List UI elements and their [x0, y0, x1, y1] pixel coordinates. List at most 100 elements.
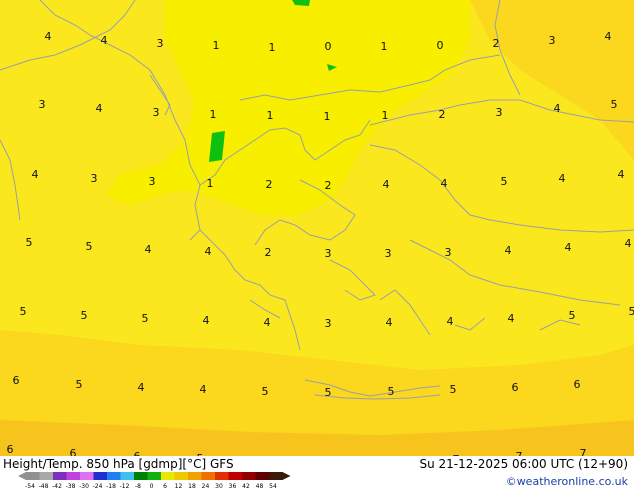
contour-value-label: 6 — [13, 374, 20, 387]
contour-value-label: 1 — [269, 41, 276, 54]
contour-value-label: 5 — [262, 385, 269, 398]
contour-value-label: 6 — [70, 447, 77, 456]
contour-value-label: 4 — [32, 168, 39, 181]
contour-value-label: 1 — [382, 109, 389, 122]
contour-value-label: 6 — [7, 443, 14, 456]
scale-swatch — [39, 472, 54, 480]
contour-value-label: 7 — [580, 447, 587, 456]
scale-swatch — [147, 472, 162, 480]
valid-time: Su 21-12-2025 06:00 UTC (12+90) — [419, 457, 628, 471]
contour-value-label: 2 — [266, 178, 273, 191]
contour-value-label: 4 — [383, 178, 390, 191]
contour-value-label: 4 — [559, 172, 566, 185]
scale-swatch — [215, 472, 229, 480]
scale-tick-label: -30 — [79, 483, 89, 490]
contour-value-label: 2 — [325, 179, 332, 192]
contour-value-label: 5 — [569, 309, 576, 322]
contour-value-label: 3 — [39, 98, 46, 111]
contour-value-label: 4 — [625, 237, 632, 250]
scale-tick-label: 0 — [150, 483, 154, 490]
contour-value-label: 1 — [207, 177, 214, 190]
contour-value-label: 4 — [145, 243, 152, 256]
scale-tick-label: 48 — [256, 483, 264, 490]
contour-value-label: 4 — [441, 177, 448, 190]
contour-value-label: 1 — [324, 110, 331, 123]
contour-value-label: 3 — [549, 34, 556, 47]
scale-tick-label: -48 — [39, 483, 49, 490]
contour-value-label: 4 — [508, 312, 515, 325]
weather-map: 4 4 3 1 1 0 1 0 2 3 4 3 4 3 1 1 1 1 2 3 4 5 4 3 3 1 2 2 4 4 5 4 4 5 5 4 4 2 3 3… — [0, 0, 634, 456]
contour-value-label: 4 — [447, 315, 454, 328]
scale-tick-label: -12 — [120, 483, 130, 490]
scale-tick-label: -42 — [52, 483, 62, 490]
contour-value-label: 4 — [554, 102, 561, 115]
contour-value-label: 3 — [91, 172, 98, 185]
contour-value-label: 2 — [265, 246, 272, 259]
contour-value-label: 4 — [618, 168, 625, 181]
contour-value-label: 2 — [493, 37, 500, 50]
scale-swatch — [242, 472, 256, 480]
contour-value-label: 4 — [45, 30, 52, 43]
scale-swatch — [269, 472, 283, 480]
contour-value-label: 5 — [388, 385, 395, 398]
temperature-field: 4 4 3 1 1 0 1 0 2 3 4 3 4 3 1 1 1 1 2 3 4 5 4 3 3 1 2 2 4 4 5 4 4 5 5 4 4 2 3 3… — [0, 0, 634, 456]
contour-value-label: 4 — [138, 381, 145, 394]
contour-value-label: 4 — [605, 30, 612, 43]
contour-value-label: 5 — [142, 312, 149, 325]
scale-swatch — [255, 472, 270, 480]
contour-value-label: 0 — [325, 40, 332, 53]
scale-swatch — [174, 472, 189, 480]
scale-swatch — [107, 472, 121, 480]
contour-value-label: 5 — [76, 378, 83, 391]
contour-value-label: 5 — [325, 386, 332, 399]
contour-value-label: 6 — [574, 378, 581, 391]
scale-tick-label: 6 — [163, 483, 167, 490]
scale-swatch — [53, 472, 67, 480]
contour-value-label: 3 — [325, 317, 332, 330]
scale-arrow-low — [18, 472, 26, 480]
contour-value-label: 0 — [437, 39, 444, 52]
scale-swatch — [80, 472, 94, 480]
contour-value-label: 5 — [81, 309, 88, 322]
credit-link[interactable]: ©weatheronline.co.uk — [506, 475, 628, 488]
color-scale: -54 -48 -42 -38 -30 -24 -18 -12 -8 0 6 12 18 24 30 36 42… — [18, 472, 291, 490]
scale-swatch — [228, 472, 243, 480]
scale-swatch — [161, 472, 175, 480]
contour-value-label: 5 — [86, 240, 93, 253]
contour-value-label: 4 — [203, 314, 210, 327]
contour-value-label: 4 — [200, 383, 207, 396]
scale-tick-label: 30 — [215, 483, 223, 490]
scale-tick-label: 12 — [175, 483, 183, 490]
contour-value-label: 3 — [325, 247, 332, 260]
contour-value-label: 4 — [96, 102, 103, 115]
scale-tick-label: 54 — [269, 483, 277, 490]
contour-value-label: 3 — [445, 246, 452, 259]
contour-value-label: 3 — [157, 37, 164, 50]
scale-swatch — [26, 472, 40, 480]
contour-value-label: 3 — [496, 106, 503, 119]
scale-swatch — [188, 472, 202, 480]
scale-arrow-high — [282, 472, 291, 480]
contour-value-label: 4 — [264, 316, 271, 329]
scale-swatch — [120, 472, 135, 480]
contour-value-label: 1 — [267, 109, 274, 122]
map-title: Height/Temp. 850 hPa [gdmp][°C] GFS — [3, 457, 234, 471]
contour-value-label: 5 — [26, 236, 33, 249]
contour-value-label: 1 — [213, 39, 220, 52]
scale-tick-label: 18 — [188, 483, 196, 490]
scale-tick-label: -24 — [93, 483, 103, 490]
contour-value-label: 5 — [450, 383, 457, 396]
contour-value-label: 6 — [512, 381, 519, 394]
contour-value-label: 1 — [381, 40, 388, 53]
contour-value-label: 4 — [205, 245, 212, 258]
footer-bar: Height/Temp. 850 hPa [gdmp][°C] GFS Su 2… — [0, 456, 634, 490]
contour-value-label: 4 — [101, 34, 108, 47]
scale-swatch — [93, 472, 108, 480]
scale-tick-label: 42 — [242, 483, 250, 490]
contour-value-label: 5 — [629, 305, 634, 318]
contour-value-label: 1 — [210, 108, 217, 121]
scale-tick-label: -38 — [66, 483, 76, 490]
scale-swatch — [201, 472, 216, 480]
contour-value-label: 3 — [149, 175, 156, 188]
scale-tick-label: -18 — [106, 483, 116, 490]
